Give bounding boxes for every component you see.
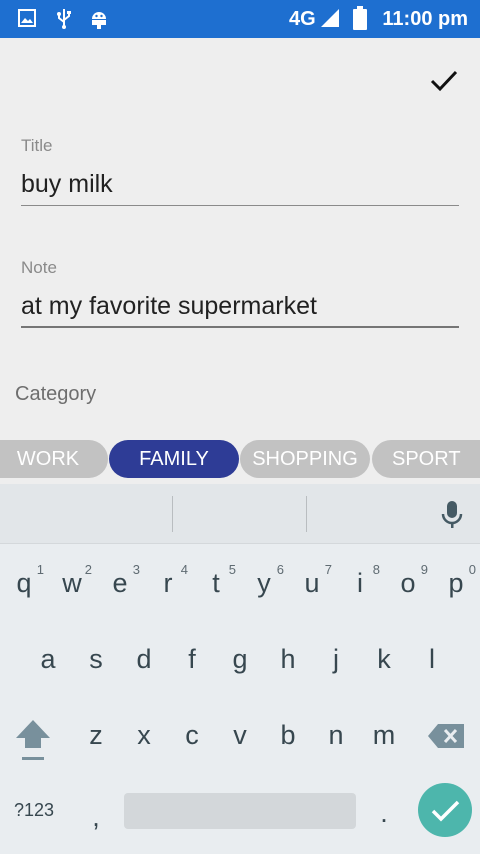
key-w[interactable]: w2 [48, 562, 96, 599]
mic-icon[interactable] [440, 500, 464, 535]
key-a[interactable]: a [24, 644, 72, 675]
key-k[interactable]: k [360, 644, 408, 675]
key-b[interactable]: b [264, 720, 312, 751]
enter-button[interactable] [418, 783, 472, 837]
key-label: p [448, 568, 464, 598]
key-label: y [257, 568, 271, 598]
network-type: 4G [289, 8, 316, 30]
status-time: 11:00 pm [382, 8, 468, 30]
edit-note-form: Title buy milk Note at my favorite super… [0, 38, 480, 484]
key-o[interactable]: o9 [384, 562, 432, 599]
key-g[interactable]: g [216, 644, 264, 675]
title-underline [21, 205, 459, 206]
category-chip-shopping[interactable]: SHOPPING [240, 440, 370, 478]
key-hint: 1 [36, 562, 44, 577]
key-j[interactable]: j [312, 644, 360, 675]
key-label: t [212, 568, 220, 598]
note-underline [21, 326, 459, 328]
key-h[interactable]: h [264, 644, 312, 675]
category-chip-sport[interactable]: SPORT [372, 440, 480, 478]
key-e[interactable]: e3 [96, 562, 144, 599]
confirm-button[interactable] [426, 62, 462, 98]
key-z[interactable]: z [72, 720, 120, 751]
key-p[interactable]: p0 [432, 562, 480, 599]
key-r[interactable]: r4 [144, 562, 192, 599]
key-m[interactable]: m [360, 720, 408, 751]
key-u[interactable]: u7 [288, 562, 336, 599]
key-label: o [400, 568, 416, 598]
key-y[interactable]: y6 [240, 562, 288, 599]
key-v[interactable]: v [216, 720, 264, 751]
key-q[interactable]: q1 [0, 562, 48, 599]
key-hint: 5 [228, 562, 236, 577]
key-label: r [163, 568, 173, 598]
key-c[interactable]: c [168, 720, 216, 751]
suggestion-bar [0, 484, 480, 544]
key-hint: 2 [84, 562, 92, 577]
key-label: q [16, 568, 32, 598]
category-chip-work[interactable]: WORK [0, 440, 108, 478]
key-i[interactable]: i8 [336, 562, 384, 599]
key-t[interactable]: t5 [192, 562, 240, 599]
shift-icon[interactable] [14, 718, 52, 767]
key-label: i [357, 568, 363, 598]
usb-icon [54, 8, 74, 35]
category-label: Category [15, 383, 97, 405]
check-icon [430, 70, 458, 92]
key-l[interactable]: l [408, 644, 456, 675]
battery-icon [353, 6, 367, 35]
key-hint: 3 [132, 562, 140, 577]
category-chip-family[interactable]: FAMILY [109, 440, 239, 478]
suggestion-divider [172, 496, 173, 532]
note-field[interactable]: at my favorite supermarket [21, 292, 317, 321]
key-hint: 9 [420, 562, 428, 577]
check-icon [431, 800, 460, 822]
key-f[interactable]: f [168, 644, 216, 675]
android-icon [88, 8, 110, 35]
key-d[interactable]: d [120, 644, 168, 675]
key-hint: 4 [180, 562, 188, 577]
key-n[interactable]: n [312, 720, 360, 751]
space-bar[interactable] [124, 793, 356, 829]
key-hint: 6 [276, 562, 284, 577]
key-hint: 8 [372, 562, 380, 577]
title-label: Title [21, 136, 53, 155]
image-icon [17, 8, 37, 33]
suggestion-divider [306, 496, 307, 532]
key-x[interactable]: x [120, 720, 168, 751]
period-key[interactable]: . [360, 798, 408, 829]
title-field[interactable]: buy milk [21, 170, 113, 199]
note-label: Note [21, 258, 57, 277]
status-bar: 4G 11:00 pm [0, 0, 480, 38]
key-hint: 0 [468, 562, 476, 577]
comma-key[interactable]: , [72, 802, 120, 833]
key-hint: 7 [324, 562, 332, 577]
key-label: w [62, 568, 82, 598]
key-s[interactable]: s [72, 644, 120, 675]
signal-icon [319, 8, 341, 33]
symbols-key[interactable]: ?123 [14, 800, 54, 821]
key-label: e [112, 568, 128, 598]
soft-keyboard: q1 w2 e3 r4 t5 y6 u7 i8 o9 p0 a s d f g … [0, 484, 480, 854]
backspace-icon[interactable] [426, 722, 466, 755]
key-label: u [304, 568, 320, 598]
